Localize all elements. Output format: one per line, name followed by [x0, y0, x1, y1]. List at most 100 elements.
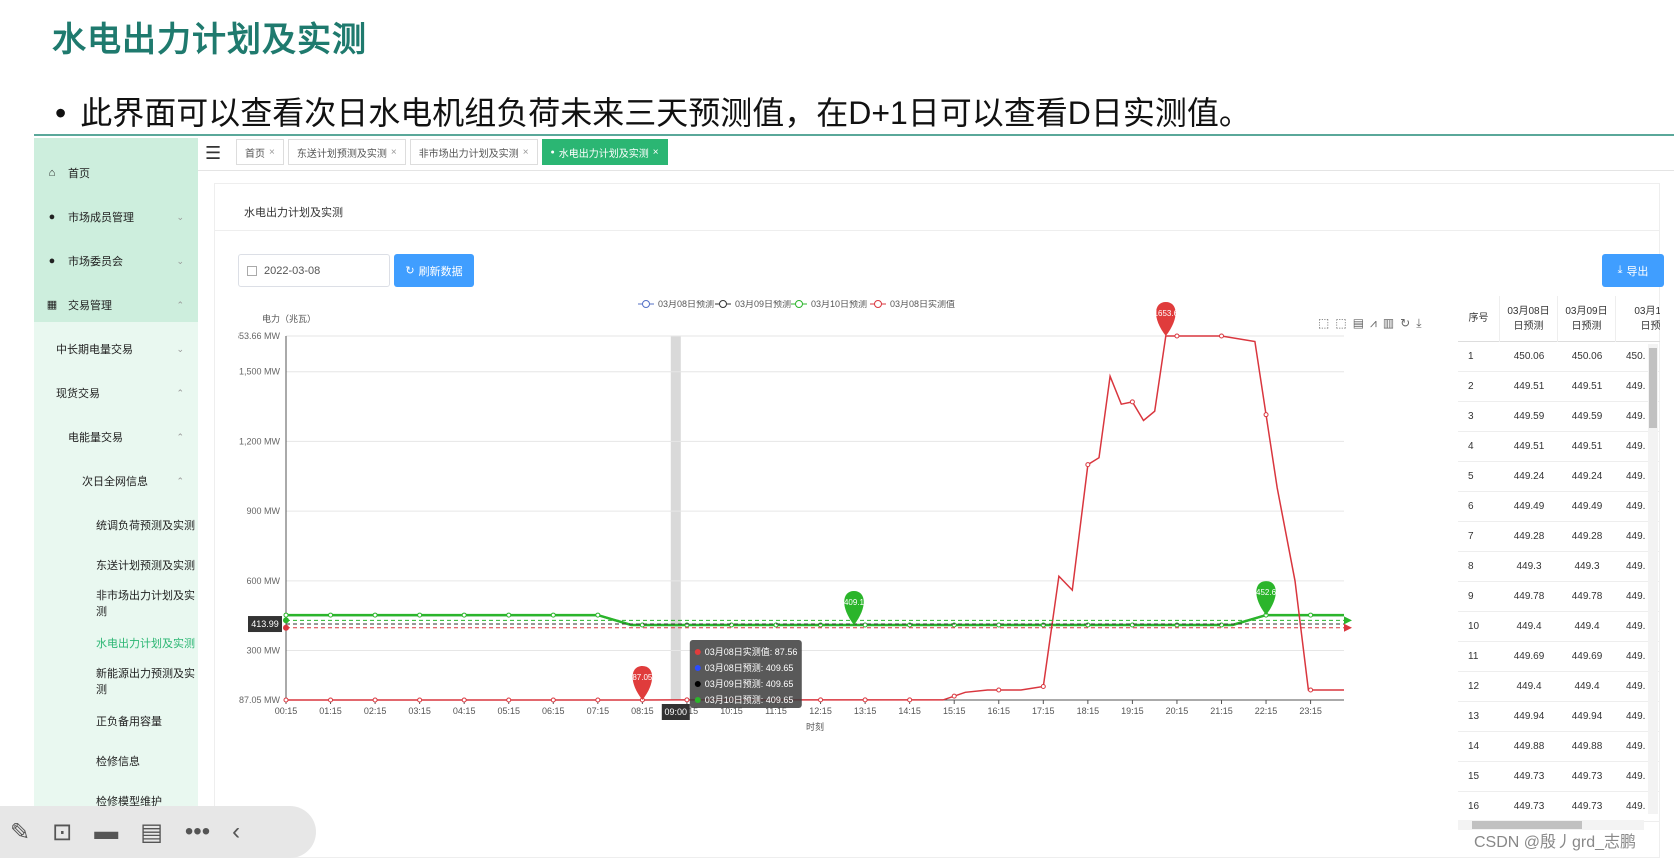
table-cell: 449.3: [1516, 561, 1542, 572]
hover-cursor-band: [670, 336, 681, 700]
table-cell: 7: [1468, 531, 1474, 542]
table-row[interactable]: 8 449.3 449.3 449.: [1458, 552, 1660, 582]
x-tick-label: 01:15: [319, 706, 342, 716]
table-cell: 449.51: [1571, 441, 1603, 452]
x-tick-label: 04:15: [453, 706, 476, 716]
user-icon: ●: [48, 255, 56, 267]
sidebar-item[interactable]: ⌂ 首页: [34, 150, 198, 196]
table-row[interactable]: 12 449.4 449.4 449.: [1458, 672, 1660, 702]
zoom-reset-icon[interactable]: ⬚: [1335, 316, 1346, 331]
tooltip-dot: [694, 649, 701, 655]
table-row[interactable]: 16 449.73 449.73 449.: [1458, 792, 1660, 822]
more-icon[interactable]: •••: [185, 818, 210, 846]
table-row[interactable]: 14 449.88 449.88 449.: [1458, 732, 1660, 762]
tab[interactable]: ● 水电出力计划及实测 ×: [541, 139, 668, 165]
close-icon[interactable]: ×: [269, 147, 275, 158]
y-tick-label: 1,500 MW: [239, 367, 281, 377]
series-point: [862, 697, 868, 703]
sidebar-item[interactable]: 次日全网信息 ⌃: [34, 458, 198, 504]
x-tick-label: 08:15: [631, 706, 654, 716]
menu-toggle-icon[interactable]: ☰: [205, 143, 221, 164]
table-row[interactable]: 6 449.49 449.49 449.: [1458, 492, 1660, 522]
refresh-button[interactable]: ↻ 刷新数据: [394, 254, 474, 287]
sidebar-item[interactable]: 电能量交易 ⌃: [34, 414, 198, 460]
table-vscrollbar[interactable]: [1648, 344, 1658, 814]
column-header[interactable]: 序号: [1458, 296, 1500, 342]
date-picker[interactable]: 2022-03-08: [238, 254, 390, 287]
calendar-icon: [247, 265, 257, 276]
series-point: [595, 697, 601, 703]
series-point: [372, 697, 378, 703]
table-cell: 450.06: [1513, 351, 1545, 362]
bar-chart-icon[interactable]: ▥: [1383, 316, 1394, 331]
table-row[interactable]: 7 449.28 449.28 449.: [1458, 522, 1660, 552]
pin-marker-label: 1653.6: [1154, 309, 1179, 318]
table-row[interactable]: 13 449.94 449.94 449.: [1458, 702, 1660, 732]
hydro-output-chart[interactable]: 87.05 MW 300 MW 600 MW 900 MW 1,200 MW 1,500 …: [238, 300, 1444, 800]
y-tick-label: 600 MW: [246, 576, 280, 586]
sidebar-item[interactable]: 中长期电量交易 ⌄: [34, 326, 198, 372]
sidebar-item[interactable]: ● 市场委员会 ⌄: [34, 238, 198, 284]
table-row[interactable]: 1 450.06 450.06 450.: [1458, 342, 1660, 372]
column-header[interactable]: 03月08日 日预测: [1500, 296, 1558, 342]
x-tick-label: 18:15: [1077, 706, 1100, 716]
cursor-axis-label: 09:00: [665, 707, 688, 717]
chevron-down-icon: ⌄: [176, 343, 184, 354]
line-chart-icon[interactable]: ⩘: [1370, 316, 1377, 331]
comment-icon[interactable]: ▤: [140, 818, 163, 847]
sidebar-item[interactable]: ▦ 交易管理 ⌃: [34, 282, 198, 328]
table-cell: 449.49: [1571, 501, 1603, 512]
table-cell: 14: [1468, 741, 1480, 752]
close-icon[interactable]: ×: [391, 147, 397, 158]
close-icon[interactable]: ×: [653, 147, 659, 158]
column-header[interactable]: 03月09日 日预测: [1558, 296, 1616, 342]
y-tick-label: 1,200 MW: [239, 436, 281, 446]
x-tick-label: 23:15: [1299, 706, 1322, 716]
column-header[interactable]: 03月10 日预: [1616, 296, 1660, 342]
markline-start: [283, 624, 289, 631]
tab[interactable]: 东送计划预测及实测 ×: [287, 139, 406, 165]
tab[interactable]: 非市场出力计划及实测 ×: [409, 139, 538, 165]
data-view-icon[interactable]: ▤: [1353, 316, 1364, 331]
back-icon[interactable]: ‹: [232, 818, 240, 846]
slide-title: 水电出力计划及实测: [52, 21, 367, 59]
x-tick-label: 00:15: [275, 706, 298, 716]
zoom-icon[interactable]: ⬚: [1318, 316, 1329, 331]
table-row[interactable]: 4 449.51 449.51 449.: [1458, 432, 1660, 462]
table-row[interactable]: 3 449.59 449.59 449.: [1458, 402, 1660, 432]
export-button[interactable]: ⤓ 导出: [1602, 254, 1664, 287]
sidebar-item[interactable]: 现货交易 ⌃: [34, 370, 198, 416]
table-cell: 449.73: [1571, 771, 1603, 782]
table-cell: 449.28: [1571, 531, 1603, 542]
table-cell: 449.78: [1513, 591, 1545, 602]
series-point: [951, 693, 957, 699]
table-row[interactable]: 9 449.78 449.78 449.: [1458, 582, 1660, 612]
tooltip-dot: [694, 665, 701, 671]
camera-icon[interactable]: ▬: [94, 818, 118, 846]
sidebar-item-label: 首页: [68, 168, 90, 180]
table-row[interactable]: 5 449.24 449.24 449.: [1458, 462, 1660, 492]
table-row[interactable]: 11 449.69 449.69 449.: [1458, 642, 1660, 672]
table-cell: 1: [1468, 351, 1474, 362]
series-point: [283, 697, 289, 703]
table-row[interactable]: 10 449.4 449.4 449.: [1458, 612, 1660, 642]
save-image-icon[interactable]: ⤓: [1416, 316, 1421, 331]
table-cell: 449.73: [1571, 801, 1603, 812]
refresh-icon: ↻: [405, 265, 415, 277]
card-title: 水电出力计划及实测: [244, 207, 343, 219]
tooltip-text: 03月09日预测: 409.65: [705, 679, 794, 689]
close-icon[interactable]: ×: [523, 147, 529, 158]
screenshot-icon[interactable]: ⊡: [52, 818, 72, 847]
sidebar-item[interactable]: ● 市场成员管理 ⌄: [34, 194, 198, 240]
legend-symbol: [719, 300, 727, 308]
tab[interactable]: 首页 ×: [236, 139, 284, 165]
series-point: [461, 697, 467, 703]
table-row[interactable]: 2 449.51 449.51 449.: [1458, 372, 1660, 402]
x-tick-label: 03:15: [408, 706, 431, 716]
x-tick-label: 20:15: [1166, 706, 1189, 716]
table-row[interactable]: 15 449.73 449.73 449.: [1458, 762, 1660, 792]
restore-icon[interactable]: ↻: [1400, 316, 1410, 331]
pin-marker-label: 452.6: [1256, 588, 1277, 597]
pencil-icon[interactable]: ✎: [10, 818, 30, 847]
divider: [34, 134, 1674, 136]
